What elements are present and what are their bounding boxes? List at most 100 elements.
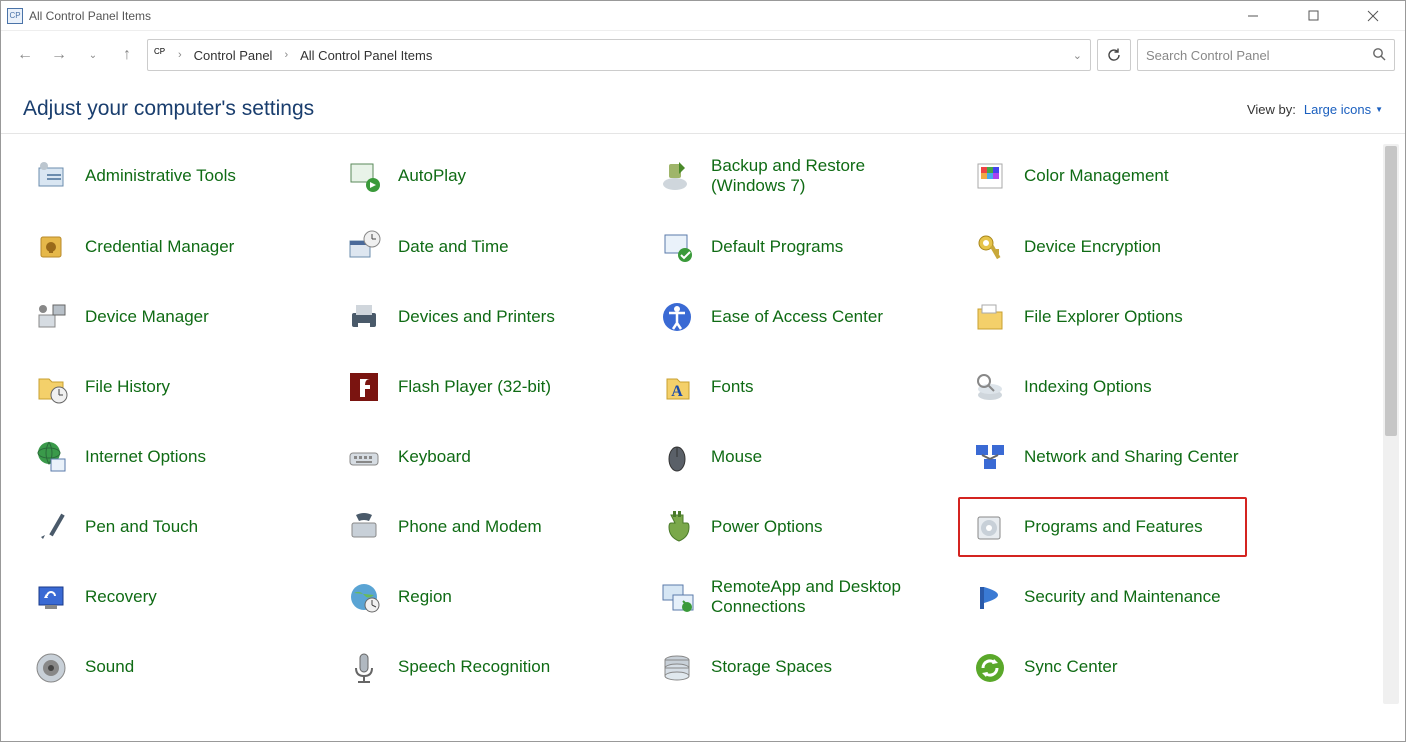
toolbar: ← → ⌄ ↑ CP › Control Panel › All Control… — [1, 31, 1405, 79]
control-panel-icon: CP — [154, 47, 170, 63]
items-grid: Administrative Tools AutoPlay Backup and R… — [25, 152, 1375, 710]
refresh-button[interactable] — [1097, 39, 1131, 71]
recovery-icon — [31, 577, 71, 617]
cp-item-label: AutoPlay — [398, 166, 466, 186]
forward-button[interactable]: → — [45, 41, 73, 69]
view-by-value: Large icons — [1304, 102, 1371, 117]
cp-item[interactable]: Default Programs — [651, 223, 964, 271]
keyboard-icon — [344, 437, 384, 477]
minimize-button[interactable] — [1235, 4, 1271, 28]
view-by: View by: Large icons ▼ — [1247, 102, 1383, 117]
cp-item[interactable]: Recovery — [25, 573, 338, 622]
cp-item-label: Speech Recognition — [398, 657, 550, 677]
cp-item[interactable]: Administrative Tools — [25, 152, 338, 201]
storage-icon — [657, 648, 697, 688]
cp-item-label: Device Manager — [85, 307, 209, 327]
chevron-right-icon[interactable]: › — [176, 49, 184, 61]
speech-icon — [344, 648, 384, 688]
cp-item-label: Fonts — [711, 377, 754, 397]
cp-item[interactable]: AutoPlay — [338, 152, 651, 201]
security-maintenance-icon — [970, 577, 1010, 617]
recent-dropdown-button[interactable]: ⌄ — [79, 41, 107, 69]
cp-item[interactable]: Device Encryption — [964, 223, 1277, 271]
back-button[interactable]: ← — [11, 41, 39, 69]
breadcrumb-seg[interactable]: Control Panel — [190, 46, 277, 65]
cp-item[interactable]: Sound — [25, 644, 338, 692]
admin-tools-icon — [31, 156, 71, 196]
cp-item-label: Credential Manager — [85, 237, 234, 257]
scrollbar[interactable] — [1383, 144, 1399, 704]
cp-item[interactable]: Date and Time — [338, 223, 651, 271]
default-programs-icon — [657, 227, 697, 267]
cp-item[interactable]: Credential Manager — [25, 223, 338, 271]
cp-item-label: Region — [398, 587, 452, 607]
cp-item-label: Device Encryption — [1024, 237, 1161, 257]
cp-item-label: Storage Spaces — [711, 657, 832, 677]
programs-features-icon — [970, 507, 1010, 547]
fonts-icon: A — [657, 367, 697, 407]
cp-item[interactable]: Power Options — [651, 503, 964, 551]
search-input[interactable] — [1146, 48, 1372, 63]
search-icon[interactable] — [1372, 47, 1386, 64]
cp-item[interactable]: Network and Sharing Center — [964, 433, 1277, 481]
address-bar[interactable]: CP › Control Panel › All Control Panel I… — [147, 39, 1091, 71]
cp-item[interactable]: Internet Options — [25, 433, 338, 481]
content-area: Administrative Tools AutoPlay Backup and R… — [1, 140, 1405, 710]
cp-item-label: Devices and Printers — [398, 307, 555, 327]
cp-item[interactable]: Mouse — [651, 433, 964, 481]
close-button[interactable] — [1355, 4, 1391, 28]
cp-item[interactable]: File Explorer Options — [964, 293, 1277, 341]
credential-icon — [31, 227, 71, 267]
cp-item[interactable]: Color Management — [964, 152, 1277, 201]
cp-item[interactable]: A Fonts — [651, 363, 964, 411]
cp-item-label: Programs and Features — [1024, 517, 1203, 537]
breadcrumb-seg[interactable]: All Control Panel Items — [296, 46, 436, 65]
view-by-dropdown[interactable]: Large icons ▼ — [1304, 102, 1383, 117]
cp-item-label: Keyboard — [398, 447, 471, 467]
cp-item[interactable]: Region — [338, 573, 651, 622]
cp-item[interactable]: Backup and Restore (Windows 7) — [651, 152, 964, 201]
window-title: All Control Panel Items — [29, 9, 151, 23]
cp-item[interactable]: Storage Spaces — [651, 644, 964, 692]
power-options-icon — [657, 507, 697, 547]
cp-item-label: Power Options — [711, 517, 823, 537]
cp-item[interactable]: Keyboard — [338, 433, 651, 481]
search-box[interactable] — [1137, 39, 1395, 71]
cp-item[interactable]: Security and Maintenance — [964, 573, 1277, 622]
file-explorer-options-icon — [970, 297, 1010, 337]
cp-item[interactable]: RemoteApp and Desktop Connections — [651, 573, 964, 622]
scrollbar-thumb[interactable] — [1385, 146, 1397, 436]
cp-item[interactable]: Indexing Options — [964, 363, 1277, 411]
datetime-icon — [344, 227, 384, 267]
color-mgmt-icon — [970, 156, 1010, 196]
sync-center-icon — [970, 648, 1010, 688]
cp-item[interactable]: Programs and Features — [958, 497, 1247, 557]
autoplay-icon — [344, 156, 384, 196]
cp-item-label: File Explorer Options — [1024, 307, 1183, 327]
chevron-right-icon[interactable]: › — [282, 49, 290, 61]
cp-item[interactable]: Devices and Printers — [338, 293, 651, 341]
cp-item[interactable]: Speech Recognition — [338, 644, 651, 692]
chevron-down-icon[interactable]: ⌄ — [1071, 49, 1084, 62]
cp-item-label: Color Management — [1024, 166, 1169, 186]
cp-item[interactable]: Device Manager — [25, 293, 338, 341]
devices-printers-icon — [344, 297, 384, 337]
cp-item[interactable]: Ease of Access Center — [651, 293, 964, 341]
up-button[interactable]: ↑ — [113, 41, 141, 69]
chevron-down-icon: ▼ — [1375, 105, 1383, 114]
cp-item[interactable]: Pen and Touch — [25, 503, 338, 551]
cp-item[interactable]: Phone and Modem — [338, 503, 651, 551]
cp-item[interactable]: Flash Player (32-bit) — [338, 363, 651, 411]
cp-item-label: Internet Options — [85, 447, 206, 467]
maximize-button[interactable] — [1295, 4, 1331, 28]
window-controls — [1235, 4, 1399, 28]
indexing-icon — [970, 367, 1010, 407]
pen-touch-icon — [31, 507, 71, 547]
ease-of-access-icon — [657, 297, 697, 337]
cp-item[interactable]: Sync Center — [964, 644, 1277, 692]
cp-item-label: Pen and Touch — [85, 517, 198, 537]
cp-item[interactable]: File History — [25, 363, 338, 411]
internet-options-icon — [31, 437, 71, 477]
cp-item-label: Recovery — [85, 587, 157, 607]
cp-item-label: Default Programs — [711, 237, 843, 257]
